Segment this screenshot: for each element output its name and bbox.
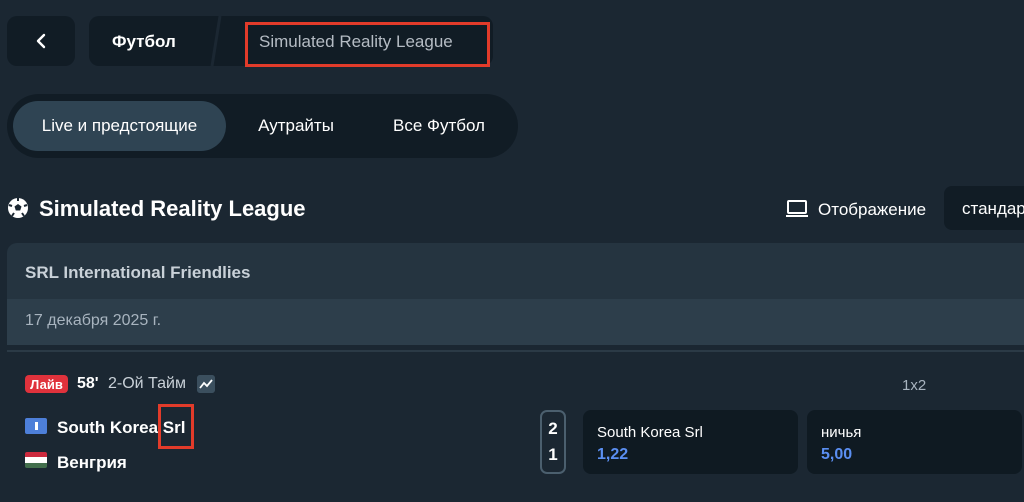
score-away: 1 xyxy=(548,445,558,464)
korea-flag-icon xyxy=(25,418,47,434)
match-minute: 58' xyxy=(77,375,99,392)
tab-label: Live и предстоящие xyxy=(41,116,198,135)
stats-chart-icon[interactable] xyxy=(197,375,215,393)
odds-button-home[interactable]: South Korea Srl 1,22 xyxy=(583,410,798,474)
tab-all-football[interactable]: Все Футбол xyxy=(370,101,508,151)
monitor-icon xyxy=(786,200,808,217)
tab-outrights[interactable]: Аутрайты xyxy=(237,101,355,151)
breadcrumb-item-football[interactable]: Футбол xyxy=(112,32,176,52)
odds-button-draw[interactable]: ничья 5,00 xyxy=(807,410,1022,474)
back-button[interactable] xyxy=(7,16,75,66)
hungary-flag-icon xyxy=(25,452,47,468)
tab-label: Аутрайты xyxy=(258,116,334,135)
league-title: Simulated Reality League xyxy=(39,196,306,221)
display-mode-label: Отображение xyxy=(818,200,927,219)
chevron-left-icon xyxy=(36,33,46,49)
competition-name: SRL International Friendlies xyxy=(25,263,251,282)
odds-value: 5,00 xyxy=(821,446,853,463)
breadcrumb-item-league: Simulated Reality League xyxy=(259,32,453,51)
score-box: 2 1 xyxy=(540,410,566,474)
breadcrumb-separator xyxy=(210,16,222,66)
odds-label: ничья xyxy=(821,424,862,441)
live-badge: Лайв xyxy=(25,375,68,393)
match-period: 2-Ой Тайм xyxy=(108,375,186,392)
odds-label: South Korea Srl xyxy=(597,424,703,441)
soccer-ball-icon xyxy=(8,198,28,218)
team-home-name: South Korea Srl xyxy=(57,418,186,437)
tab-live-upcoming[interactable]: Live и предстоящие xyxy=(13,101,226,151)
tab-label: Все Футбол xyxy=(393,116,485,135)
team-away-name: Венгрия xyxy=(57,453,127,472)
score-home: 2 xyxy=(548,419,558,438)
event-date: 17 декабря 2025 г. xyxy=(25,312,162,329)
display-mode-select[interactable]: стандартный xyxy=(944,186,1024,230)
market-label: 1x2 xyxy=(902,377,927,394)
odds-value: 1,22 xyxy=(597,446,629,463)
